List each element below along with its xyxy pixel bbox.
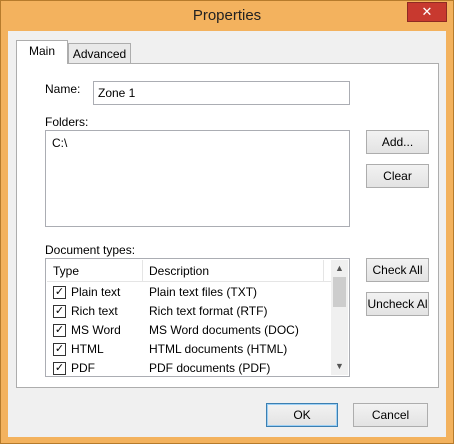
checkbox[interactable]: ✓ <box>53 305 66 318</box>
tab-main-label: Main <box>28 44 55 58</box>
description-cell: Plain text files (TXT) <box>149 285 258 299</box>
vertical-scrollbar[interactable]: ▲ ▼ <box>331 260 348 375</box>
description-cell: HTML documents (HTML) <box>149 342 288 356</box>
checkbox[interactable]: ✓ <box>53 343 66 356</box>
folders-list[interactable]: C:\ <box>45 130 350 227</box>
column-separator[interactable] <box>323 260 324 282</box>
type-cell: Plain text <box>71 285 121 299</box>
scroll-down-arrow-icon[interactable]: ▼ <box>331 358 348 375</box>
tab-advanced[interactable]: Advanced <box>68 43 131 63</box>
close-button[interactable]: ✕ <box>407 2 447 22</box>
description-cell: MS Word documents (DOC) <box>149 323 299 337</box>
main-tab-panel: Name: Folders: C:\ Add... Clear Document… <box>16 63 439 388</box>
folders-label: Folders: <box>45 115 89 129</box>
description-cell: PDF documents (PDF) <box>149 361 271 375</box>
dialog-client: Main Advanced Name: Folders: C:\ Add... … <box>8 31 446 437</box>
add-folder-button[interactable]: Add... <box>366 130 429 154</box>
cancel-button[interactable]: Cancel <box>353 403 428 427</box>
title-bar[interactable]: Properties ✕ <box>1 1 453 31</box>
type-cell: PDF <box>71 361 95 375</box>
list-item[interactable]: ✓ MS Word MS Word documents (DOC) <box>47 321 331 340</box>
checkbox[interactable]: ✓ <box>53 362 66 375</box>
ok-button[interactable]: OK <box>266 403 338 427</box>
list-item[interactable]: ✓ PDF PDF documents (PDF) <box>47 359 331 378</box>
checkbox[interactable]: ✓ <box>53 286 66 299</box>
check-all-button[interactable]: Check All <box>366 258 429 282</box>
type-cell: Rich text <box>71 304 118 318</box>
tab-advanced-label: Advanced <box>72 47 127 61</box>
name-input[interactable] <box>93 81 350 105</box>
close-icon: ✕ <box>421 4 433 19</box>
clear-folders-button[interactable]: Clear <box>366 164 429 188</box>
list-item[interactable]: ✓ HTML HTML documents (HTML) <box>47 340 331 359</box>
uncheck-all-button[interactable]: Uncheck Al <box>366 292 429 316</box>
folder-item[interactable]: C:\ <box>52 136 67 150</box>
description-cell: Rich text format (RTF) <box>149 304 268 318</box>
list-header: Type Description <box>47 260 331 282</box>
name-label: Name: <box>45 82 81 96</box>
scroll-up-arrow-icon[interactable]: ▲ <box>331 260 348 277</box>
document-types-label: Document types: <box>45 243 136 257</box>
window-title: Properties <box>192 7 262 24</box>
scrollbar-thumb[interactable] <box>333 277 346 307</box>
list-item[interactable]: ✓ Plain text Plain text files (TXT) <box>47 283 331 302</box>
column-header-type[interactable]: Type <box>47 260 142 282</box>
checkbox[interactable]: ✓ <box>53 324 66 337</box>
tab-main[interactable]: Main <box>16 40 68 64</box>
list-item[interactable]: ✓ Rich text Rich text format (RTF) <box>47 302 331 321</box>
type-cell: HTML <box>71 342 104 356</box>
type-cell: MS Word <box>71 323 121 337</box>
document-types-list[interactable]: Type Description ✓ Plain text Plain text… <box>45 258 350 377</box>
properties-dialog: Properties ✕ Main Advanced Name: Folders… <box>0 0 454 444</box>
column-header-description[interactable]: Description <box>143 260 323 282</box>
